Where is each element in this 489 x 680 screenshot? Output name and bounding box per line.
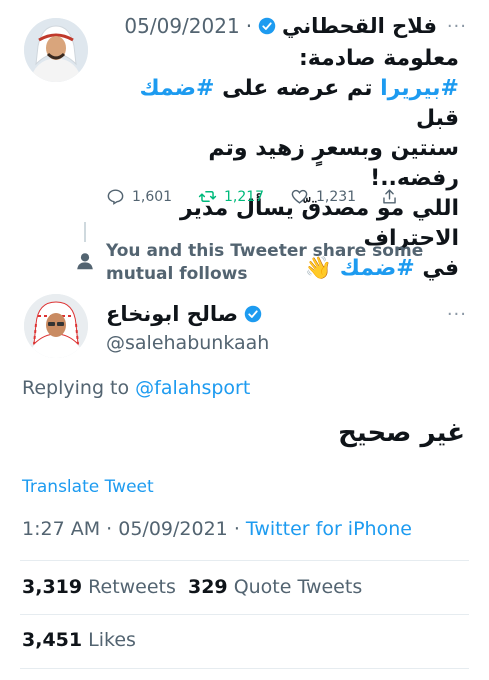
tweet-time[interactable]: 1:27 AM <box>22 518 100 540</box>
verified-badge-icon <box>244 305 262 323</box>
replying-to-handle[interactable]: @falahsport <box>135 377 250 399</box>
retweet-count: 1,217 <box>224 188 265 205</box>
mutual-follows-line1: You and this Tweeter share some <box>106 241 424 261</box>
retweets-count: 3,319 <box>22 576 83 598</box>
replying-to-line: Replying to @falahsport <box>22 377 250 399</box>
quotes-label: Quote Tweets <box>233 576 363 598</box>
retweet-icon <box>198 190 217 203</box>
reply-author-handle[interactable]: @salehabunkaah <box>106 332 269 354</box>
reply-tweet-text: غير صحيح <box>338 418 465 448</box>
likes-label: Likes <box>88 629 136 651</box>
original-tweet-date[interactable]: 05/09/2021 <box>124 14 239 38</box>
thread-line-top <box>84 222 86 242</box>
retweets-stat[interactable]: 3,319 Retweets <box>22 576 182 598</box>
mutual-follows-person-icon <box>74 250 96 276</box>
reply-action[interactable]: 1,601 <box>106 187 172 206</box>
divider-2 <box>20 614 469 615</box>
tweet-text-fragment: قبل <box>415 106 459 131</box>
avatar-falah[interactable] <box>24 18 88 82</box>
reply-count: 1,601 <box>132 188 173 205</box>
reply-author-name-row: صالح ابونخاع <box>106 302 262 326</box>
original-tweet-more-icon[interactable]: ··· <box>447 16 467 37</box>
retweets-label: Retweets <box>88 576 176 598</box>
engagement-row: 3,319 Retweets 329 Quote Tweets <box>22 576 362 598</box>
mutual-follows-line2: mutual follows <box>106 264 248 284</box>
verified-badge-icon <box>258 17 276 35</box>
quotes-stat[interactable]: 329 Quote Tweets <box>188 576 362 598</box>
hashtag-link[interactable]: #ضمك <box>139 76 214 101</box>
mutual-follows-text: You and this Tweeter share some mutual f… <box>106 240 423 286</box>
tweet-line: سنتين وبسعرٍ زهيد وتم رفضه..! <box>208 136 459 191</box>
tweet-source[interactable]: Twitter for iPhone <box>246 518 412 540</box>
tweet-date[interactable]: 05/09/2021 <box>118 518 228 540</box>
divider-1 <box>20 560 469 561</box>
tweet-text-fragment: تم عرضه على <box>214 76 381 101</box>
avatar-image <box>24 18 88 82</box>
hashtag-link[interactable]: #بيريرا <box>380 76 459 101</box>
quotes-count: 329 <box>187 576 228 598</box>
original-tweet-display-name[interactable]: فلاح القحطاني <box>282 14 437 38</box>
share-action[interactable] <box>380 187 399 206</box>
meta-dot-1: · <box>106 518 113 540</box>
heart-icon <box>291 189 308 204</box>
likes-count: 3,451 <box>22 629 83 651</box>
reply-author-display-name[interactable]: صالح ابونخاع <box>106 302 238 326</box>
likes-stat[interactable]: 3,451 Likes <box>22 629 136 651</box>
retweet-action[interactable]: 1,217 <box>198 187 264 206</box>
reply-tweet-more-icon[interactable]: ··· <box>447 304 467 325</box>
tweet-line: معلومة صادمة: <box>298 46 459 71</box>
avatar-saleh[interactable] <box>24 294 88 358</box>
original-tweet-header: 05/09/2021 · فلاح القحطاني <box>124 14 437 38</box>
header-separator: · <box>245 14 253 38</box>
meta-dot-2: · <box>233 518 240 540</box>
translate-tweet-link[interactable]: Translate Tweet <box>22 477 154 497</box>
tweet-line: #بيريرا تم عرضه على #ضمك قبل <box>119 74 459 134</box>
like-action[interactable]: 1,231 <box>290 187 356 206</box>
share-icon <box>383 189 396 204</box>
avatar-image <box>24 294 88 358</box>
tweet-meta-line: 1:27 AM · 05/09/2021 · Twitter for iPhon… <box>22 518 412 540</box>
reply-icon <box>107 189 124 205</box>
replying-to-label: Replying to <box>22 377 130 399</box>
like-count: 1,231 <box>316 188 357 205</box>
divider-3 <box>20 668 469 669</box>
